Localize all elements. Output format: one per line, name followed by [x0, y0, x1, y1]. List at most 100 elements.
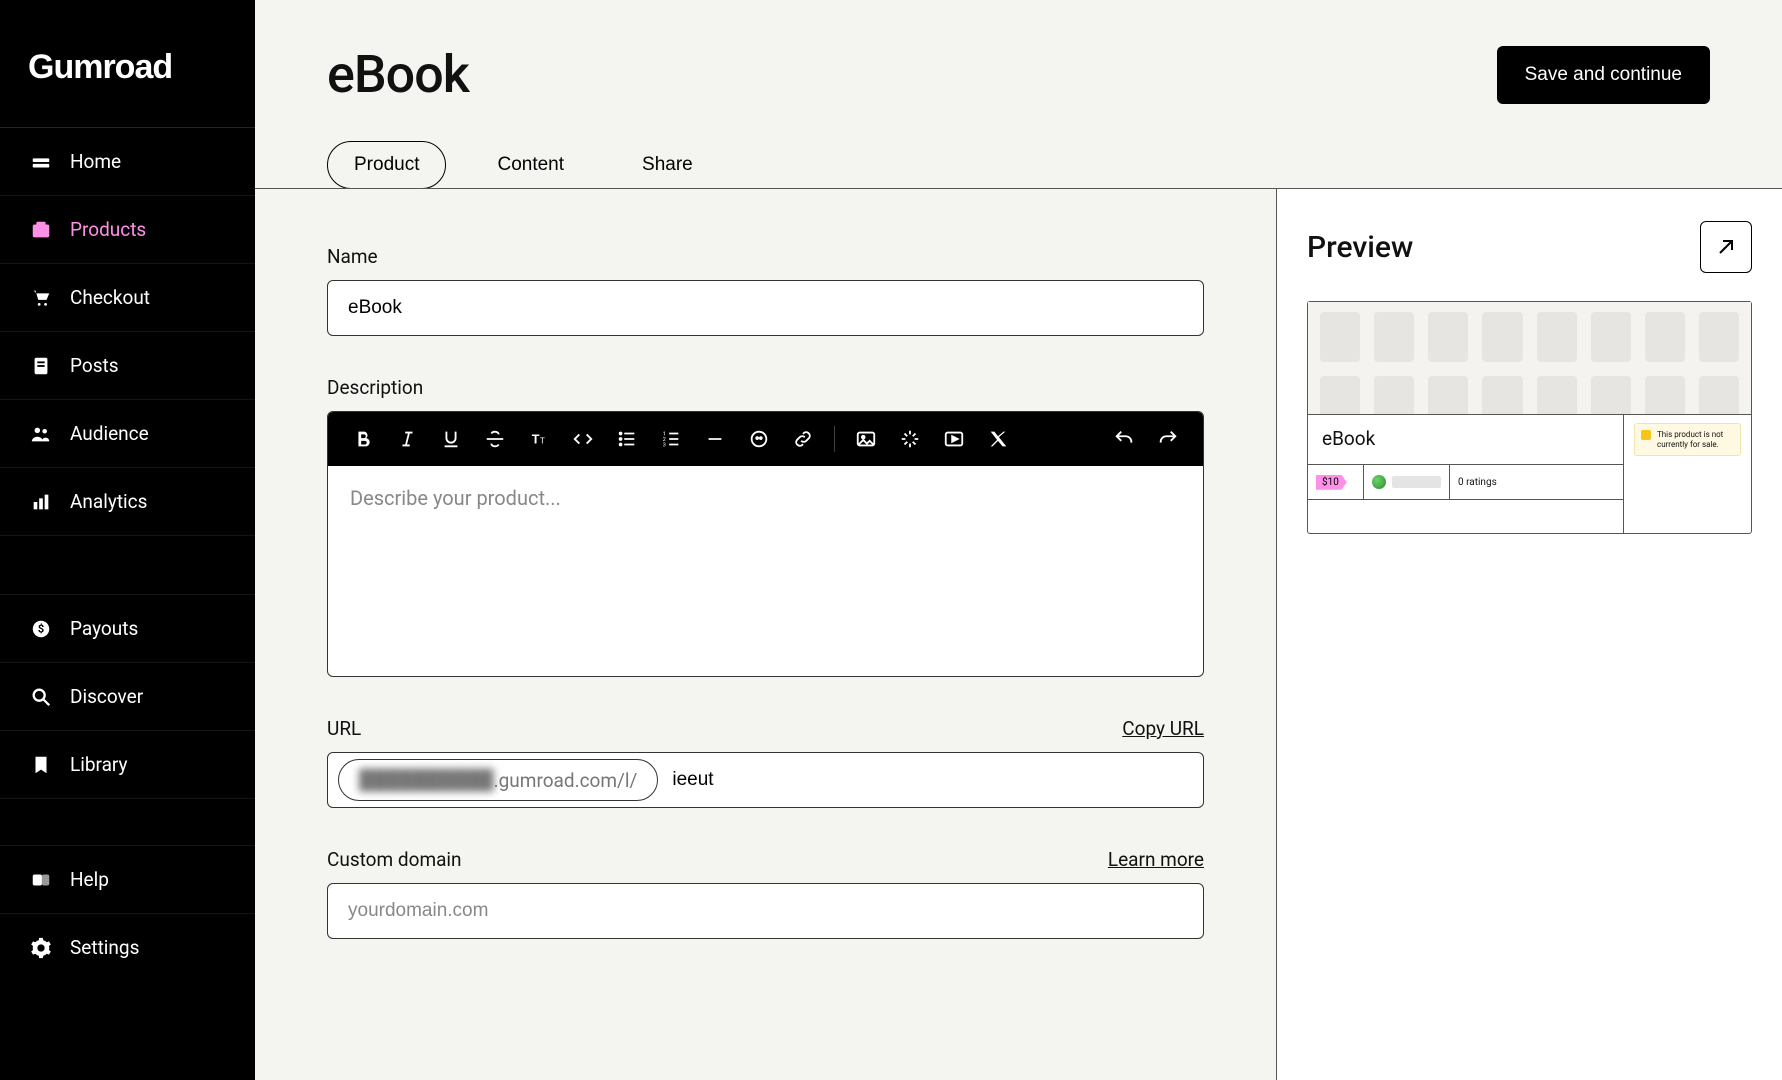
sidebar-item-label: Products: [70, 218, 146, 241]
sidebar: Gumroad Home Products Checkout Posts Aud…: [0, 0, 255, 1080]
preview-empty-row: [1308, 499, 1623, 533]
custom-domain-label: Custom domain: [327, 848, 462, 871]
sidebar-item-label: Posts: [70, 354, 119, 377]
numbered-list-icon[interactable]: 123: [658, 426, 684, 452]
tab-product[interactable]: Product: [327, 141, 446, 189]
sidebar-divider: [0, 535, 255, 595]
url-slug-input[interactable]: [658, 761, 1193, 799]
search-icon: [30, 686, 52, 708]
redo-icon[interactable]: [1155, 426, 1181, 452]
url-prefix-visible: .gumroad.com/l/: [494, 769, 638, 792]
sidebar-item-products[interactable]: Products: [0, 195, 255, 263]
preview-cover-placeholder: [1308, 302, 1751, 414]
horizontal-rule-icon[interactable]: [702, 426, 728, 452]
preview-empty-side: [1623, 464, 1751, 533]
custom-domain-field-group: Custom domain Learn more: [327, 848, 1204, 939]
preview-column: Preview eBook This produ: [1276, 189, 1782, 1080]
sidebar-item-label: Settings: [70, 936, 139, 959]
svg-text:T: T: [532, 433, 540, 448]
code-icon[interactable]: [570, 426, 596, 452]
url-prefix-pill[interactable]: ██████████.gumroad.com/l/: [338, 759, 658, 801]
url-prefix-hidden: ██████████: [359, 768, 494, 792]
sidebar-item-label: Library: [70, 753, 128, 776]
underline-icon[interactable]: [438, 426, 464, 452]
page-title: eBook: [327, 44, 469, 105]
sidebar-item-label: Payouts: [70, 617, 138, 640]
learn-more-link[interactable]: Learn more: [1108, 848, 1204, 871]
preview-warning-badge: This product is not currently for sale.: [1634, 423, 1741, 456]
brand-logo: Gumroad: [0, 0, 255, 127]
copy-url-button[interactable]: Copy URL: [1122, 717, 1204, 740]
author-placeholder: [1392, 476, 1441, 488]
price-tag: $10: [1316, 475, 1347, 490]
dollar-icon: $: [30, 618, 52, 640]
sidebar-item-library[interactable]: Library: [0, 730, 255, 798]
embed-icon[interactable]: [897, 426, 923, 452]
description-label: Description: [327, 376, 423, 399]
custom-domain-input[interactable]: [327, 883, 1204, 939]
toolbar-separator: [834, 426, 835, 452]
sidebar-item-audience[interactable]: Audience: [0, 399, 255, 467]
tab-share[interactable]: Share: [615, 141, 720, 189]
main: eBook Save and continue Product Content …: [255, 0, 1782, 1080]
name-field-group: Name: [327, 245, 1204, 336]
sidebar-item-home[interactable]: Home: [0, 127, 255, 195]
bulleted-list-icon[interactable]: [614, 426, 640, 452]
description-field-group: Description TT 123: [327, 376, 1204, 677]
header: eBook Save and continue Product Content …: [255, 0, 1782, 188]
heading-icon[interactable]: TT: [526, 426, 552, 452]
svg-text:3: 3: [663, 442, 666, 448]
name-input[interactable]: [327, 280, 1204, 336]
sidebar-item-label: Discover: [70, 685, 143, 708]
sidebar-item-posts[interactable]: Posts: [0, 331, 255, 399]
sidebar-item-label: Checkout: [70, 286, 150, 309]
help-icon: [30, 869, 52, 891]
products-icon: [30, 219, 52, 241]
chart-icon: [30, 491, 52, 513]
sidebar-item-help[interactable]: Help: [0, 846, 255, 913]
bold-icon[interactable]: [350, 426, 376, 452]
sidebar-item-label: Help: [70, 868, 109, 891]
undo-icon[interactable]: [1111, 426, 1137, 452]
svg-text:$: $: [38, 622, 44, 635]
url-field-group: URL Copy URL ██████████.gumroad.com/l/: [327, 717, 1204, 808]
svg-text:T: T: [540, 437, 545, 447]
sidebar-item-settings[interactable]: Settings: [0, 913, 255, 981]
sidebar-item-payouts[interactable]: $ Payouts: [0, 595, 255, 662]
form-column: Name Description TT 123: [255, 189, 1276, 1080]
tab-content[interactable]: Content: [470, 141, 591, 189]
link-icon[interactable]: [790, 426, 816, 452]
home-icon: [30, 151, 52, 173]
twitter-icon[interactable]: [985, 426, 1011, 452]
sidebar-item-label: Audience: [70, 422, 149, 445]
preview-author-cell: [1364, 465, 1450, 499]
italic-icon[interactable]: [394, 426, 420, 452]
sidebar-item-discover[interactable]: Discover: [0, 662, 255, 730]
preview-product-title: eBook: [1308, 415, 1623, 462]
open-preview-button[interactable]: [1700, 221, 1752, 273]
people-icon: [30, 423, 52, 445]
avatar-icon: [1372, 475, 1386, 489]
cart-icon: [30, 287, 52, 309]
quote-icon[interactable]: [746, 426, 772, 452]
video-icon[interactable]: [941, 426, 967, 452]
gear-icon: [30, 937, 52, 959]
preview-ratings-cell: 0 ratings: [1450, 465, 1623, 499]
rich-text-toolbar: TT 123: [328, 412, 1203, 466]
sidebar-item-checkout[interactable]: Checkout: [0, 263, 255, 331]
sidebar-divider: [0, 798, 255, 846]
description-input[interactable]: Describe your product...: [328, 466, 1203, 676]
preview-card: eBook This product is not currently for …: [1307, 301, 1752, 534]
sidebar-item-label: Analytics: [70, 490, 147, 513]
tabs: Product Content Share: [327, 141, 1710, 189]
url-label: URL: [327, 717, 361, 740]
url-input[interactable]: ██████████.gumroad.com/l/: [327, 752, 1204, 808]
preview-title: Preview: [1307, 230, 1413, 265]
brand-name: Gumroad: [28, 48, 227, 87]
image-icon[interactable]: [853, 426, 879, 452]
document-icon: [30, 355, 52, 377]
strikethrough-icon[interactable]: [482, 426, 508, 452]
save-and-continue-button[interactable]: Save and continue: [1497, 46, 1710, 104]
sidebar-item-label: Home: [70, 150, 121, 173]
sidebar-item-analytics[interactable]: Analytics: [0, 467, 255, 535]
